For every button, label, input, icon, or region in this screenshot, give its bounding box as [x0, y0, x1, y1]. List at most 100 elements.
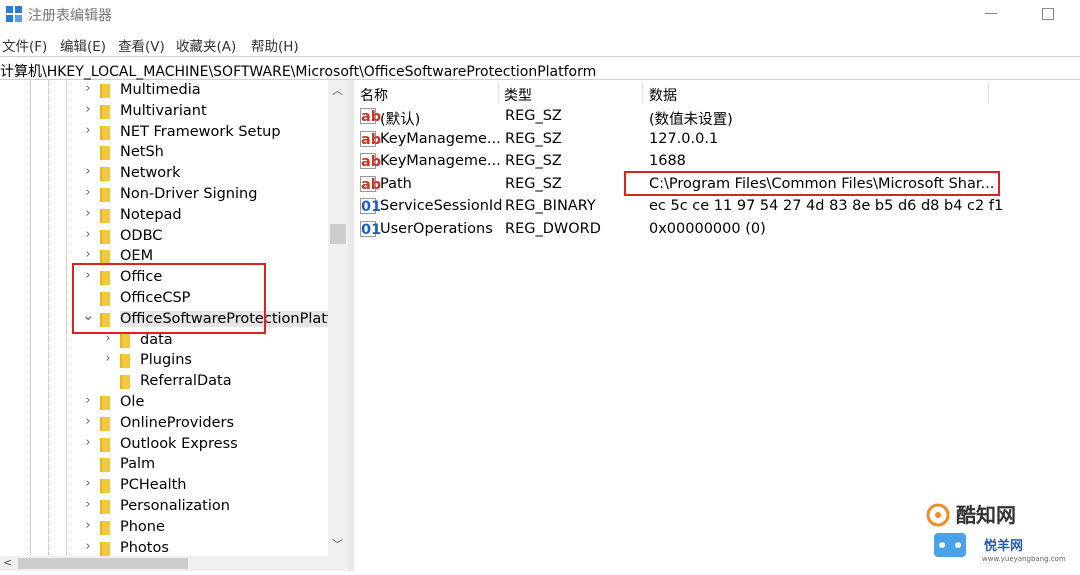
menu-bar: 文件(F) 编辑(E) 查看(V) 收藏夹(A) 帮助(H) [0, 32, 1080, 55]
value-row[interactable]: ab (默认) REG_SZ (数值未设置) [354, 106, 1080, 128]
tree-item[interactable]: Palm [0, 455, 328, 476]
folder-icon [100, 125, 110, 140]
chevron-right-icon[interactable]: › [82, 123, 94, 138]
tree-item[interactable]: › ODBC [0, 227, 328, 248]
minimize-button[interactable] [985, 13, 997, 14]
hscroll-thumb[interactable] [18, 558, 188, 569]
value-row[interactable]: 01 UserOperations REG_DWORD 0x00000000 (0) [354, 219, 1080, 241]
highlight-box-tree [72, 263, 266, 334]
value-row[interactable]: 01 ServiceSessionId REG_BINARY ec 5c ce 11 … [354, 196, 1080, 218]
title-bar: 注册表编辑器 [0, 0, 1080, 30]
value-type: REG_SZ [505, 108, 562, 124]
scroll-down-icon[interactable]: ﹀ [332, 536, 343, 552]
chevron-right-icon[interactable]: › [82, 164, 94, 179]
folder-icon [100, 188, 110, 202]
scroll-thumb[interactable] [330, 224, 346, 244]
tree-item[interactable]: NetSh [0, 143, 328, 164]
tree-item-label: NET Framework Setup [120, 123, 281, 140]
address-bar[interactable]: 计算机\HKEY_LOCAL_MACHINE\SOFTWARE\Microsof… [0, 56, 1080, 80]
folder-icon [100, 479, 110, 494]
tree-item[interactable]: › Notepad [0, 206, 328, 227]
chevron-right-icon[interactable]: › [82, 81, 94, 96]
chevron-right-icon[interactable]: › [82, 102, 94, 117]
tree-item[interactable]: ReferralData [0, 372, 328, 393]
tree-item[interactable]: › PCHealth [0, 476, 328, 497]
value-type: REG_BINARY [505, 198, 596, 214]
tree-item[interactable]: › NET Framework Setup [0, 123, 328, 144]
tree-item-label: PCHealth [120, 477, 187, 494]
folder-icon [100, 167, 110, 182]
tree-item-label: NetSh [120, 144, 164, 161]
chevron-right-icon[interactable]: › [82, 476, 94, 491]
value-type: REG_SZ [505, 130, 562, 147]
column-divider[interactable] [498, 82, 499, 104]
value-name: (默认) [380, 112, 421, 128]
tree-item[interactable]: › Multivariant [0, 102, 328, 123]
chevron-right-icon[interactable]: › [82, 227, 94, 242]
chevron-right-icon[interactable]: › [82, 185, 94, 200]
column-data[interactable]: 数据 [649, 85, 677, 105]
value-row[interactable]: ab KeyManageme... REG_SZ 127.0.0.1 [354, 129, 1080, 151]
tree-item-label: OnlineProviders [120, 414, 235, 431]
value-name: Path [380, 175, 412, 192]
tree-item[interactable]: › OnlineProviders [0, 414, 328, 435]
tree-item[interactable]: › Personalization [0, 497, 328, 518]
scroll-left-icon[interactable]: < [3, 556, 12, 569]
chevron-right-icon[interactable]: › [82, 393, 94, 408]
folder-icon [100, 437, 110, 452]
tree-item-label: OEM [120, 248, 154, 265]
menu-view[interactable]: 查看(V) [118, 35, 165, 55]
chevron-right-icon[interactable]: › [82, 518, 94, 533]
tree-item-label: Outlook Express [120, 435, 238, 452]
column-divider[interactable] [988, 82, 989, 104]
column-name[interactable]: 名称 [360, 85, 388, 105]
tree-item[interactable]: › Non-Driver Signing [0, 185, 328, 206]
tree-guide-line [30, 80, 31, 571]
value-name: ServiceSessionId [380, 198, 503, 214]
tree-item[interactable]: › Ole [0, 393, 328, 414]
tree-item-label: Photos [120, 539, 169, 556]
tree-item-label: ODBC [120, 227, 163, 244]
menu-favorites[interactable]: 收藏夹(A) [176, 35, 236, 55]
maximize-button[interactable] [1042, 8, 1054, 20]
tree-item-label: Multimedia [120, 82, 201, 98]
tree-item[interactable]: › Plugins [0, 351, 328, 372]
tree-item[interactable]: › Network [0, 164, 328, 185]
chevron-right-icon[interactable]: › [82, 247, 94, 262]
chevron-right-icon[interactable]: › [82, 497, 94, 512]
tree-item-label: ReferralData [140, 373, 232, 390]
column-type[interactable]: 类型 [504, 85, 532, 105]
chevron-right-icon[interactable]: › [82, 539, 94, 554]
string-value-icon: ab [360, 153, 382, 170]
chevron-right-icon[interactable]: › [82, 206, 94, 221]
chevron-right-icon[interactable]: › [82, 414, 94, 429]
chevron-right-icon[interactable]: › [82, 435, 94, 450]
window-title: 注册表编辑器 [28, 8, 112, 24]
folder-icon [100, 229, 110, 244]
value-type: REG_DWORD [505, 220, 601, 237]
folder-icon [100, 541, 110, 556]
chevron-right-icon[interactable]: › [102, 351, 114, 366]
tree-item[interactable]: › Multimedia [0, 81, 328, 102]
value-row[interactable]: ab KeyManageme... REG_SZ 1688 [354, 151, 1080, 173]
tree-item[interactable]: › Phone [0, 518, 328, 539]
scroll-up-icon[interactable]: ︿ [332, 82, 343, 98]
menu-edit[interactable]: 编辑(E) [60, 35, 106, 55]
tree-item-label: Non-Driver Signing [120, 186, 258, 202]
folder-icon [120, 375, 130, 390]
value-name: KeyManageme... [380, 153, 501, 169]
tree-item[interactable]: › Outlook Express [0, 435, 328, 456]
value-name: UserOperations [380, 220, 493, 237]
watermark-url: www.yueyangbang.com [982, 555, 1066, 563]
tree-vertical-scrollbar[interactable]: ︿ ﹀ [328, 80, 348, 556]
column-divider[interactable] [642, 82, 643, 104]
tree-horizontal-scrollbar[interactable]: < [0, 556, 348, 571]
regedit-app-icon [6, 6, 22, 22]
menu-help[interactable]: 帮助(H) [251, 35, 299, 55]
watermark-text-2: 悦羊网 [984, 539, 1024, 554]
value-data: (数值未设置) [649, 112, 733, 128]
value-data: 0x00000000 (0) [649, 220, 766, 237]
folder-icon [100, 458, 110, 473]
folder-icon [100, 84, 110, 98]
menu-file[interactable]: 文件(F) [2, 35, 47, 55]
